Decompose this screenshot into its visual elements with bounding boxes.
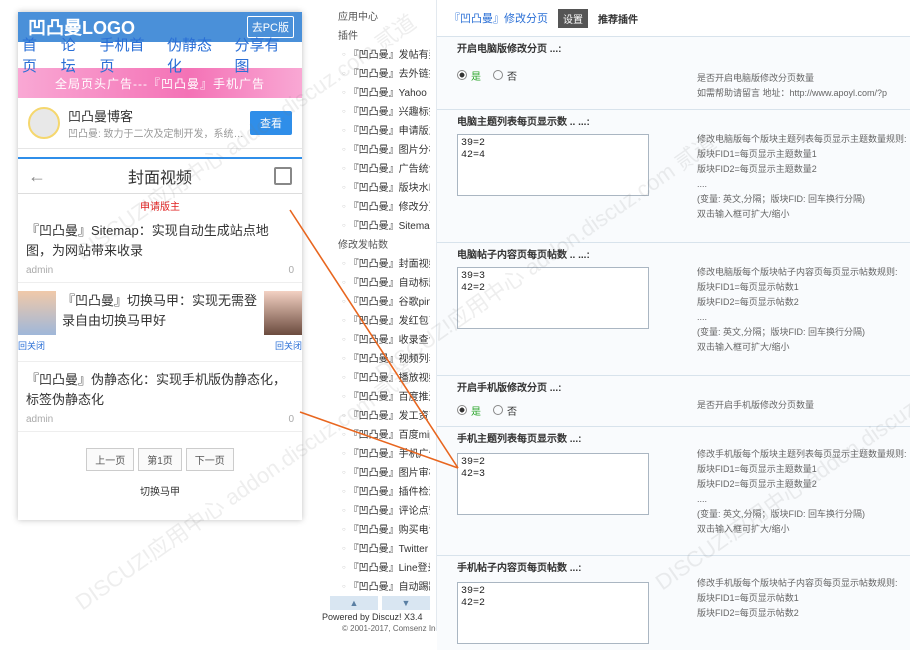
- annotation-arrows: [289, 209, 459, 469]
- annotation-arrow: [299, 411, 459, 469]
- annotation-arrow: [289, 209, 459, 469]
